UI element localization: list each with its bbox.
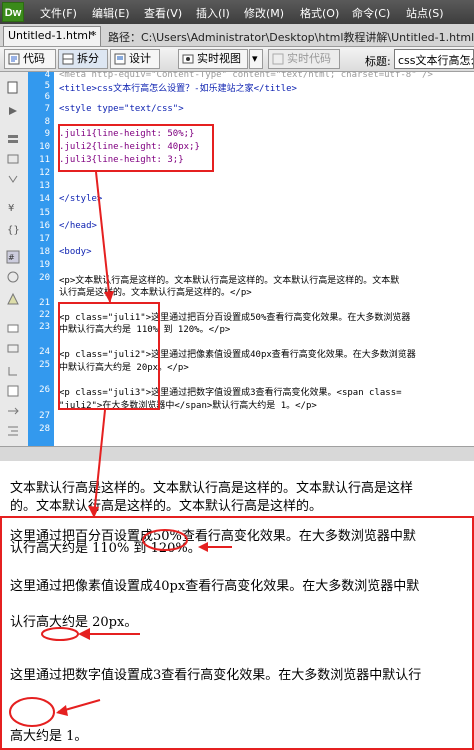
annotation-circle (41, 627, 79, 641)
annotation-arrowhead (78, 628, 90, 640)
annotation-arrowhead (88, 506, 99, 518)
annotation-arrow (95, 171, 111, 303)
annotation-arrowhead (56, 705, 68, 716)
annotation-circle (9, 697, 55, 727)
annotation-arrow (93, 409, 106, 517)
annotation-circle (142, 529, 188, 551)
annotation-overlay (9, 171, 232, 727)
annotation-arrowhead (198, 542, 208, 552)
